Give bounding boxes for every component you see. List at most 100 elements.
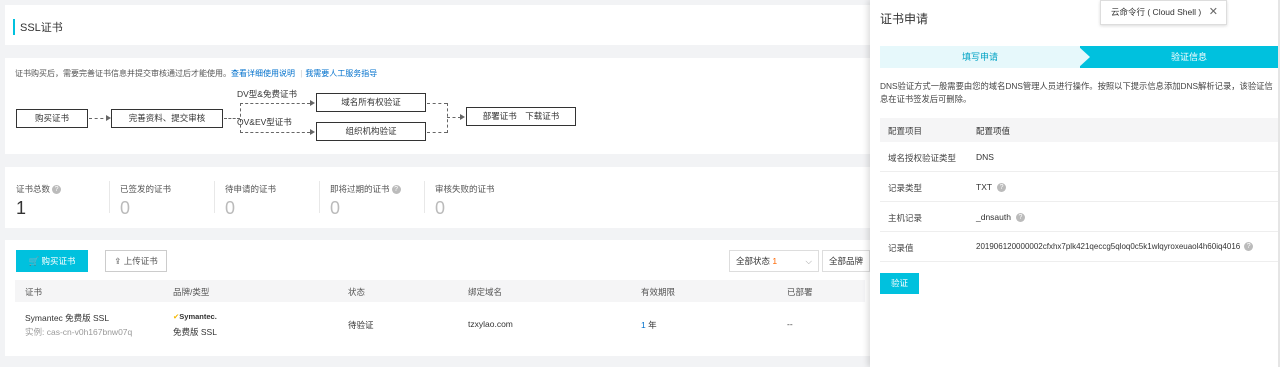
flow-label-ov: OV&EV型证书 bbox=[237, 117, 292, 127]
status-filter-label: 全部状态 bbox=[736, 256, 771, 266]
verify-button[interactable]: 验证 bbox=[880, 273, 919, 294]
buy-cert-label: 购买证书 bbox=[41, 256, 76, 266]
config-table-header: 配置项目 配置项值 bbox=[880, 118, 1280, 142]
config-row: 记录类型 TXT? bbox=[880, 172, 1280, 202]
brand-filter-select[interactable]: 全部品牌 bbox=[822, 250, 870, 272]
stat-value: 0 bbox=[225, 198, 236, 218]
brand-type: 免费版 SSL bbox=[173, 327, 217, 337]
help-icon[interactable]: ? bbox=[997, 183, 1007, 193]
stat-label: 审核失败的证书 bbox=[435, 184, 495, 194]
flow-connector bbox=[240, 103, 310, 104]
purchase-note: 证书购买后，需要完善证书信息并提交审核通过后才能使用。查看详细使用说明 | 我需要… bbox=[15, 68, 377, 79]
flow-arrow-icon bbox=[310, 129, 315, 135]
th-status: 状态 bbox=[348, 287, 366, 297]
flow-connector bbox=[427, 103, 447, 104]
config-key: 记录类型 bbox=[888, 183, 923, 193]
divider bbox=[214, 181, 215, 213]
stat-label: 即将过期的证书 bbox=[330, 184, 390, 194]
config-value: DNS bbox=[976, 152, 994, 162]
page-title: SSL证书 bbox=[13, 19, 63, 35]
bound-domain: tzxylao.com bbox=[468, 319, 513, 329]
config-row: 记录值 201906120000002cfxhx7plk421qeccg5qlo… bbox=[880, 232, 1280, 262]
stat-value: 1 bbox=[16, 198, 27, 218]
config-row: 域名授权验证类型 DNS bbox=[880, 142, 1280, 172]
help-link[interactable]: 我需要人工服务指导 bbox=[305, 69, 377, 78]
status-filter-select[interactable]: 全部状态 1 ⌵ bbox=[729, 250, 819, 272]
stat-value: 0 bbox=[330, 198, 341, 218]
config-value-wrap: TXT? bbox=[976, 182, 1007, 193]
upload-cert-label: 上传证书 bbox=[123, 256, 158, 266]
flow-step-buy: 购买证书 bbox=[16, 109, 88, 128]
flow-step-deploy: 部署证书 下载证书 bbox=[466, 107, 576, 126]
stat-pending: 待申请的证书 0 bbox=[225, 183, 276, 219]
cloud-shell-tab[interactable]: 云命令行 ( Cloud Shell ) ✕ bbox=[1100, 0, 1227, 25]
config-value: 201906120000002cfxhx7plk421qeccg5qloq0c5… bbox=[976, 242, 1241, 251]
step-chevron bbox=[1078, 46, 1090, 68]
status-text: 待验证 bbox=[348, 320, 374, 330]
upload-cert-button[interactable]: ⇪ 上传证书 bbox=[105, 250, 167, 272]
validity-unit: 年 bbox=[648, 320, 657, 330]
config-value: _dnsauth bbox=[976, 212, 1011, 222]
flow-arrow-icon bbox=[310, 100, 315, 106]
th-brand: 品牌/类型 bbox=[173, 287, 210, 297]
panel-title: 证书申请 bbox=[880, 12, 929, 26]
cloud-shell-label: 云命令行 ( Cloud Shell ) bbox=[1111, 7, 1202, 17]
th-deployed: 已部署 bbox=[787, 287, 813, 297]
stat-value: 0 bbox=[120, 198, 131, 218]
stat-total: 证书总数? 1 bbox=[16, 183, 62, 219]
note-text: 证书购买后，需要完善证书信息并提交审核通过后才能使用。 bbox=[15, 69, 231, 78]
chevron-down-icon: ⌵ bbox=[805, 256, 812, 266]
brand-filter-label: 全部品牌 bbox=[829, 256, 864, 266]
doc-link[interactable]: 查看详细使用说明 bbox=[231, 69, 295, 78]
upload-icon: ⇪ bbox=[114, 256, 124, 266]
deployed-value: -- bbox=[787, 319, 793, 329]
page-header: SSL证书 bbox=[5, 5, 870, 45]
cert-name: Symantec 免费版 SSL bbox=[25, 313, 110, 323]
flow-connector bbox=[240, 132, 310, 133]
link-separator: | bbox=[300, 69, 303, 78]
config-header-key: 配置项目 bbox=[888, 126, 923, 136]
step-verify-info: 验证信息 bbox=[1078, 46, 1280, 68]
stat-value: 0 bbox=[435, 198, 446, 218]
flow-label-dv: DV型&免费证书 bbox=[237, 89, 297, 99]
flow-card: 证书购买后，需要完善证书信息并提交审核通过后才能使用。查看详细使用说明 | 我需要… bbox=[5, 58, 870, 154]
flow-arrow-icon bbox=[460, 114, 465, 120]
table-header: 证书 品牌/类型 状态 绑定域名 有效期限 已部署 bbox=[15, 280, 865, 302]
flow-connector bbox=[447, 103, 448, 133]
stats-card: 证书总数? 1 已签发的证书 0 待申请的证书 0 即将过期的证书? 0 审核失… bbox=[5, 167, 870, 228]
divider bbox=[424, 181, 425, 213]
status-filter-count: 1 bbox=[772, 256, 778, 266]
help-icon[interactable]: ? bbox=[52, 185, 62, 195]
help-icon[interactable]: ? bbox=[391, 185, 401, 195]
help-icon[interactable]: ? bbox=[1015, 213, 1025, 223]
cert-instance: 实例: cas-cn-v0h167bnw07q bbox=[25, 327, 133, 337]
symantec-logo: ✔Symantec. bbox=[173, 312, 217, 321]
th-validity: 有效期限 bbox=[641, 287, 676, 297]
stat-label: 证书总数 bbox=[16, 184, 51, 194]
main-content: SSL证书 证书购买后，需要完善证书信息并提交审核通过后才能使用。查看详细使用说… bbox=[0, 0, 870, 367]
step-fill-application: 填写申请 bbox=[880, 46, 1080, 68]
help-icon[interactable]: ? bbox=[1244, 242, 1254, 252]
cart-icon: 🛒 bbox=[28, 256, 42, 266]
step-indicator: 验证信息 填写申请 bbox=[880, 46, 1280, 68]
stat-issued: 已签发的证书 0 bbox=[120, 183, 171, 219]
config-key: 域名授权验证类型 bbox=[888, 153, 957, 163]
stat-expiring: 即将过期的证书? 0 bbox=[330, 183, 401, 219]
config-key: 记录值 bbox=[888, 243, 914, 253]
config-value-wrap: 201906120000002cfxhx7plk421qeccg5qloq0c5… bbox=[976, 242, 1254, 252]
th-cert: 证书 bbox=[25, 287, 43, 297]
brand-logo-text: Symantec. bbox=[179, 312, 217, 321]
cert-apply-panel: 证书申请 云命令行 ( Cloud Shell ) ✕ 验证信息 填写申请 DN… bbox=[870, 0, 1280, 367]
validity: 1 年 bbox=[641, 319, 657, 331]
config-header-value: 配置项值 bbox=[976, 126, 1011, 136]
flow-connector bbox=[447, 117, 461, 118]
table-row: Symantec 免费版 SSL 实例: cas-cn-v0h167bnw07q… bbox=[15, 302, 865, 354]
th-domain: 绑定域名 bbox=[468, 287, 503, 297]
dns-description: DNS验证方式一般需要由您的域名DNS管理人员进行操作。按照以下提示信息添加DN… bbox=[880, 81, 1273, 104]
stat-label: 已签发的证书 bbox=[120, 184, 172, 194]
config-key: 主机记录 bbox=[888, 213, 923, 223]
config-value: TXT bbox=[976, 182, 993, 192]
close-icon[interactable]: ✕ bbox=[1209, 1, 1218, 24]
buy-cert-button[interactable]: 🛒 购买证书 bbox=[16, 250, 88, 272]
flow-step-complete: 完善资料、提交审核 bbox=[111, 109, 223, 128]
